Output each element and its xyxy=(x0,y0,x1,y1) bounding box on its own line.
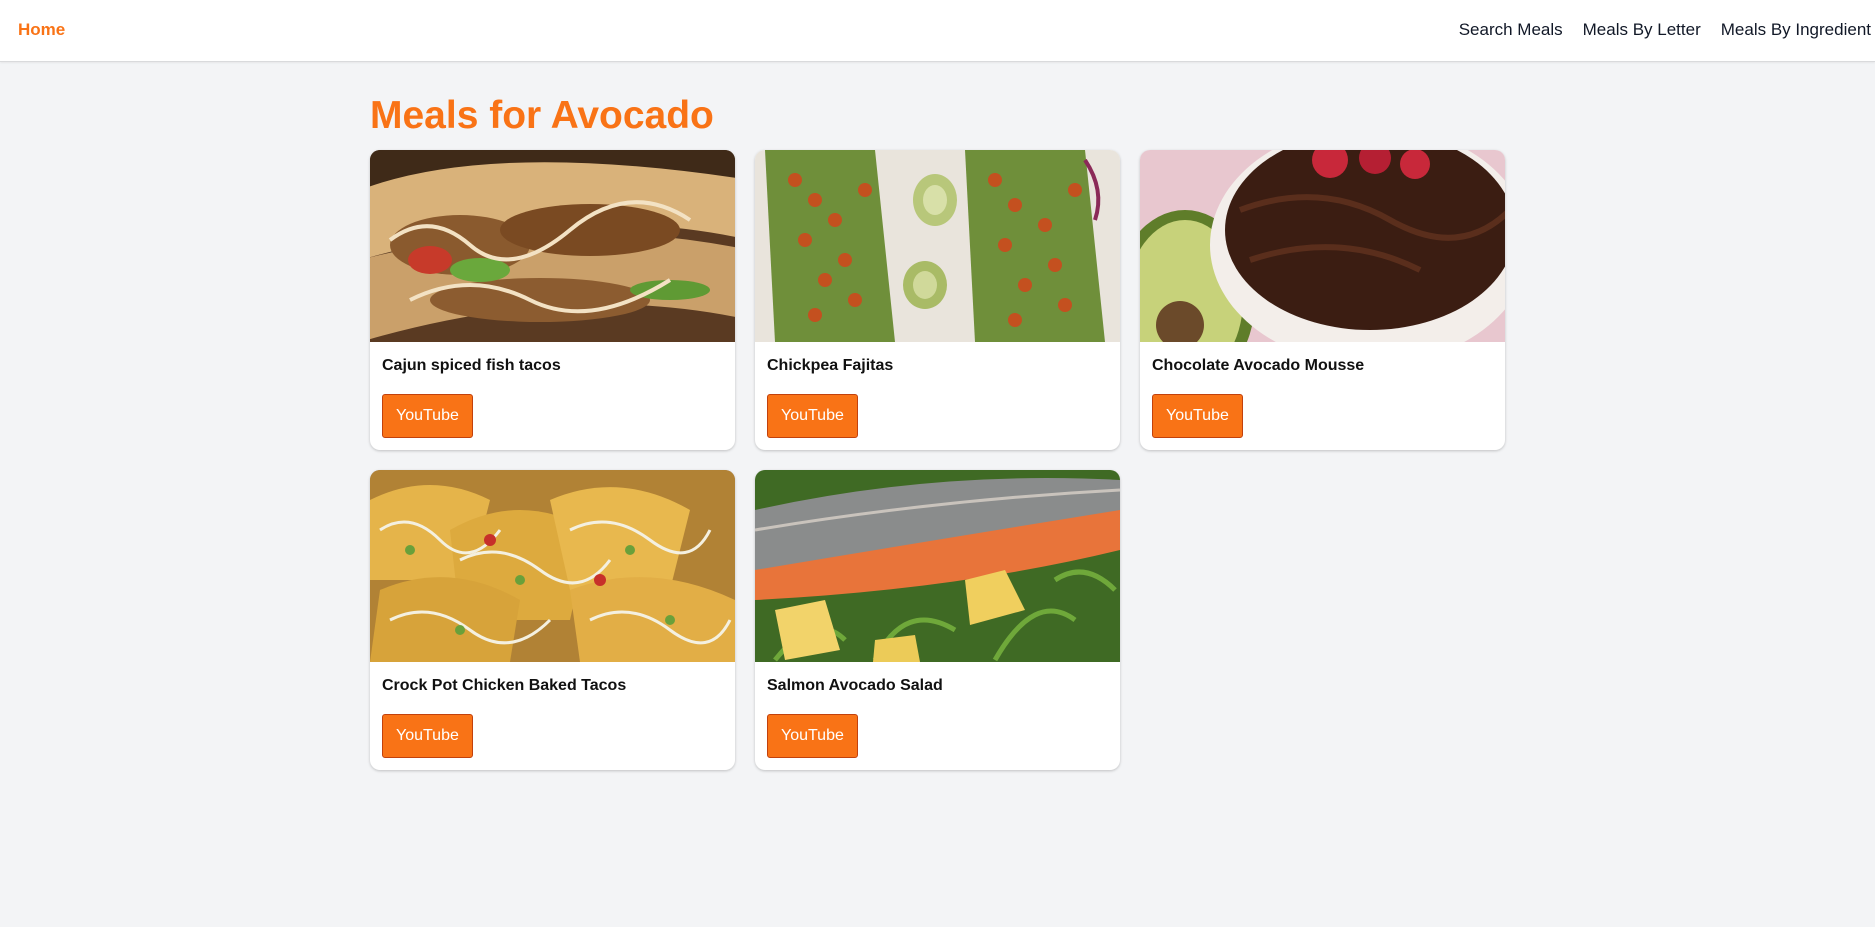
youtube-button[interactable]: YouTube xyxy=(767,714,858,758)
meal-image-link[interactable] xyxy=(755,150,1120,342)
nav-meals-by-ingredient[interactable]: Meals By Ingredient xyxy=(1721,20,1871,40)
top-navbar: Home Search Meals Meals By Letter Meals … xyxy=(0,0,1875,62)
meal-card: Chocolate Avocado Mousse YouTube xyxy=(1140,150,1505,450)
meal-title: Chocolate Avocado Mousse xyxy=(1152,357,1365,374)
meal-card: Chickpea Fajitas YouTube xyxy=(755,150,1120,450)
baked-tacos-photo xyxy=(370,470,735,662)
home-link[interactable]: Home xyxy=(18,20,65,40)
main-nav: Search Meals Meals By Letter Meals By In… xyxy=(1459,20,1871,40)
meal-grid: Cajun spiced fish tacos YouTube Chickpea… xyxy=(370,150,1506,770)
meal-image-link[interactable] xyxy=(1140,150,1505,342)
meal-card: Crock Pot Chicken Baked Tacos YouTube xyxy=(370,470,735,770)
nav-meals-by-letter[interactable]: Meals By Letter xyxy=(1583,20,1701,40)
youtube-button[interactable]: YouTube xyxy=(1152,394,1243,438)
meal-title: Crock Pot Chicken Baked Tacos xyxy=(382,677,627,694)
meal-image-link[interactable] xyxy=(755,470,1120,662)
meal-image-link[interactable] xyxy=(370,150,735,342)
meal-title: Salmon Avocado Salad xyxy=(767,677,943,694)
meal-card: Salmon Avocado Salad YouTube xyxy=(755,470,1120,770)
meal-image-link[interactable] xyxy=(370,470,735,662)
meal-card: Cajun spiced fish tacos YouTube xyxy=(370,150,735,450)
meal-title: Cajun spiced fish tacos xyxy=(382,357,561,374)
meal-title: Chickpea Fajitas xyxy=(767,357,894,374)
chickpea-fajitas-photo xyxy=(755,150,1120,342)
chocolate-mousse-photo xyxy=(1140,150,1505,342)
youtube-button[interactable]: YouTube xyxy=(382,714,473,758)
nav-search-meals[interactable]: Search Meals xyxy=(1459,20,1563,40)
youtube-button[interactable]: YouTube xyxy=(767,394,858,438)
fish-tacos-photo xyxy=(370,150,735,342)
salmon-salad-photo xyxy=(755,470,1120,662)
page-title: Meals for Avocado xyxy=(370,94,714,137)
youtube-button[interactable]: YouTube xyxy=(382,394,473,438)
